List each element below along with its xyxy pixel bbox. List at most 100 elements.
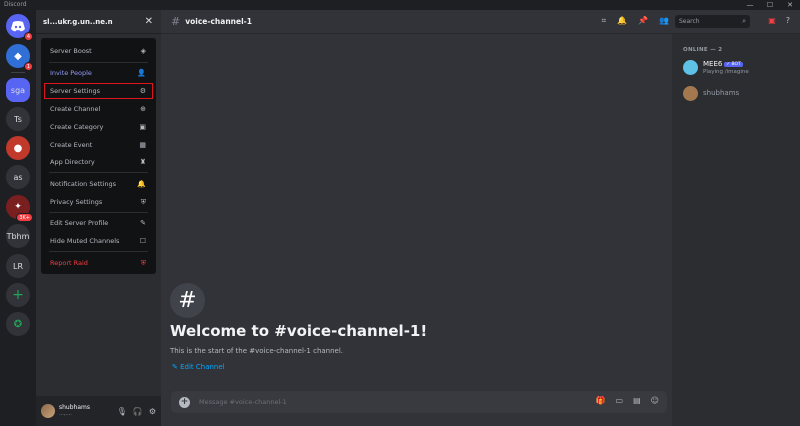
gift-icon[interactable]: 🎁: [596, 396, 606, 405]
message-composer[interactable]: + Message #voice-channel-1 🎁 ▭ ▤ ☺: [171, 391, 667, 413]
member-item[interactable]: MEE6 ✓ BOT Playing /imagine: [683, 58, 795, 78]
explore-servers-button[interactable]: ✪: [6, 312, 30, 336]
server-label: LR: [12, 261, 23, 271]
add-server-button[interactable]: +: [6, 283, 30, 307]
server-label: sga: [10, 85, 26, 95]
menu-item-edit-server-profile[interactable]: Edit Server Profile ✎: [45, 216, 152, 230]
checkbox-icon: ☐: [139, 237, 146, 245]
avatar: [683, 86, 698, 101]
menu-item-privacy-settings[interactable]: Privacy Settings ⛨: [45, 195, 152, 209]
user-panel: shubhams ...,.... 🎙 🎧 ⚙: [36, 396, 161, 426]
menu-item-label: Hide Muted Channels: [50, 237, 120, 245]
menu-item-invite-people[interactable]: Invite People 👤: [45, 66, 152, 80]
boost-icon: ◈: [140, 47, 146, 55]
shield-alert-icon: ⛨: [140, 258, 146, 267]
menu-divider: [49, 62, 148, 63]
emoji-icon[interactable]: ☺: [651, 396, 659, 405]
menu-divider: [49, 251, 148, 252]
server-icon-ts[interactable]: Ts: [6, 107, 30, 131]
user-status: ...,....: [59, 411, 72, 417]
message-input[interactable]: Message #voice-channel-1: [199, 398, 287, 406]
menu-item-label: Create Category: [50, 123, 104, 131]
gif-icon[interactable]: ▭: [616, 396, 624, 405]
headphones-icon[interactable]: 🎧: [133, 407, 143, 416]
unread-badge: 1: [23, 62, 33, 71]
welcome-subtitle: This is the start of the #voice-channel-…: [170, 347, 344, 355]
menu-item-report-raid[interactable]: Report Raid ⛨: [45, 256, 152, 270]
server-dropdown-menu: Server Boost ◈ Invite People 👤 Server Sett…: [41, 38, 156, 274]
server-icon-among-us[interactable]: ●: [6, 136, 30, 160]
menu-item-hide-muted-channels[interactable]: Hide Muted Channels ☐: [45, 234, 152, 248]
member-activity: Playing /imagine: [703, 69, 749, 75]
server-icon-game[interactable]: ◆ 1: [6, 44, 33, 71]
server-icon-3k[interactable]: ✦ 3K+: [6, 195, 33, 222]
menu-item-create-channel[interactable]: Create Channel ⊕: [45, 102, 152, 116]
channel-name: voice-channel-1: [185, 17, 252, 26]
menu-item-label: Server Settings: [50, 87, 101, 95]
user-info: shubhams ...,....: [59, 404, 109, 418]
server-icon-sga[interactable]: sga: [6, 78, 30, 102]
game-icon: ◆: [14, 50, 22, 62]
menu-divider: [49, 172, 148, 173]
menu-item-create-event[interactable]: Create Event ▦: [45, 138, 152, 152]
member-name-row: MEE6 ✓ BOT: [703, 60, 743, 68]
menu-item-app-directory[interactable]: App Directory ♜: [45, 155, 152, 169]
gear-icon[interactable]: ⚙: [149, 407, 156, 416]
menu-item-label: App Directory: [50, 158, 95, 166]
menu-item-label: Invite People: [50, 69, 92, 77]
member-name: shubhams: [703, 89, 740, 97]
server-icon-lr[interactable]: LR: [6, 254, 30, 278]
member-list: ONLINE — 2 MEE6 ✓ BOT Playing /imagine sh…: [672, 34, 800, 426]
menu-item-label: Server Boost: [50, 47, 92, 55]
avatar: [683, 60, 698, 75]
menu-item-server-settings[interactable]: Server Settings ⚙: [44, 83, 153, 99]
unread-badge: 4: [23, 32, 33, 41]
maximize-icon[interactable]: ☐: [760, 0, 780, 10]
server-label: Tbhm: [6, 231, 30, 241]
menu-item-label: Create Event: [50, 141, 93, 149]
channel-welcome: # Welcome to #voice-channel-1! This is t…: [170, 283, 427, 371]
server-name: sl...ukr.g.un..ne.n: [43, 17, 113, 26]
menu-item-notification-settings[interactable]: Notification Settings 🔔: [45, 177, 152, 191]
menu-item-server-boost[interactable]: Server Boost ◈: [45, 44, 152, 58]
discord-icon: [11, 20, 25, 31]
server-header[interactable]: sl...ukr.g.un..ne.n ✕: [36, 10, 161, 34]
window-title: Discord: [4, 1, 27, 8]
menu-item-label: Edit Server Profile: [50, 219, 109, 227]
member-list-icon[interactable]: 👥: [659, 16, 669, 26]
menu-item-label: Create Channel: [50, 105, 101, 113]
search-icon: ⌕: [742, 17, 746, 25]
add-attachment-icon[interactable]: +: [179, 396, 190, 408]
home-button[interactable]: 4: [6, 14, 33, 41]
microphone-icon[interactable]: 🎙: [117, 407, 127, 416]
sticker-icon[interactable]: ▤: [633, 396, 641, 405]
add-circle-icon: ⊕: [140, 105, 146, 113]
gear-icon: ⚙: [139, 87, 146, 95]
member-item[interactable]: shubhams: [683, 84, 795, 104]
member-group-header: ONLINE — 2: [683, 47, 723, 53]
search-input[interactable]: Search ⌕: [675, 15, 750, 28]
bell-icon: 🔔: [137, 180, 146, 188]
channel-header: # voice-channel-1 ⌗ 🔔 📌 👥 Search ⌕ ▣ ?: [161, 10, 800, 34]
minimize-icon[interactable]: —: [740, 0, 760, 10]
menu-divider: [49, 212, 148, 213]
channel-hash-icon: #: [170, 283, 205, 318]
window-titlebar: Discord — ☐ ✕: [0, 0, 800, 10]
pin-icon[interactable]: 📌: [638, 16, 648, 26]
close-window-icon[interactable]: ✕: [780, 0, 800, 10]
help-icon[interactable]: ?: [786, 16, 790, 25]
server-icon-tbhm[interactable]: Tbhm: [6, 224, 30, 248]
robot-icon: ♜: [139, 158, 146, 166]
inbox-icon[interactable]: ▣: [768, 16, 776, 25]
menu-item-create-category[interactable]: Create Category ▣: [45, 120, 152, 134]
threads-icon[interactable]: ⌗: [602, 16, 607, 26]
bell-icon[interactable]: 🔔: [617, 16, 627, 26]
menu-item-label: Report Raid: [50, 259, 88, 267]
search-placeholder: Search: [679, 18, 700, 25]
server-icon-as[interactable]: as: [6, 165, 30, 189]
close-icon[interactable]: ✕: [145, 16, 153, 27]
edit-channel-link[interactable]: ✎ Edit Channel: [172, 363, 225, 371]
unread-badge: 3K+: [16, 213, 33, 222]
avatar[interactable]: [41, 404, 55, 418]
hash-icon: #: [171, 15, 181, 28]
